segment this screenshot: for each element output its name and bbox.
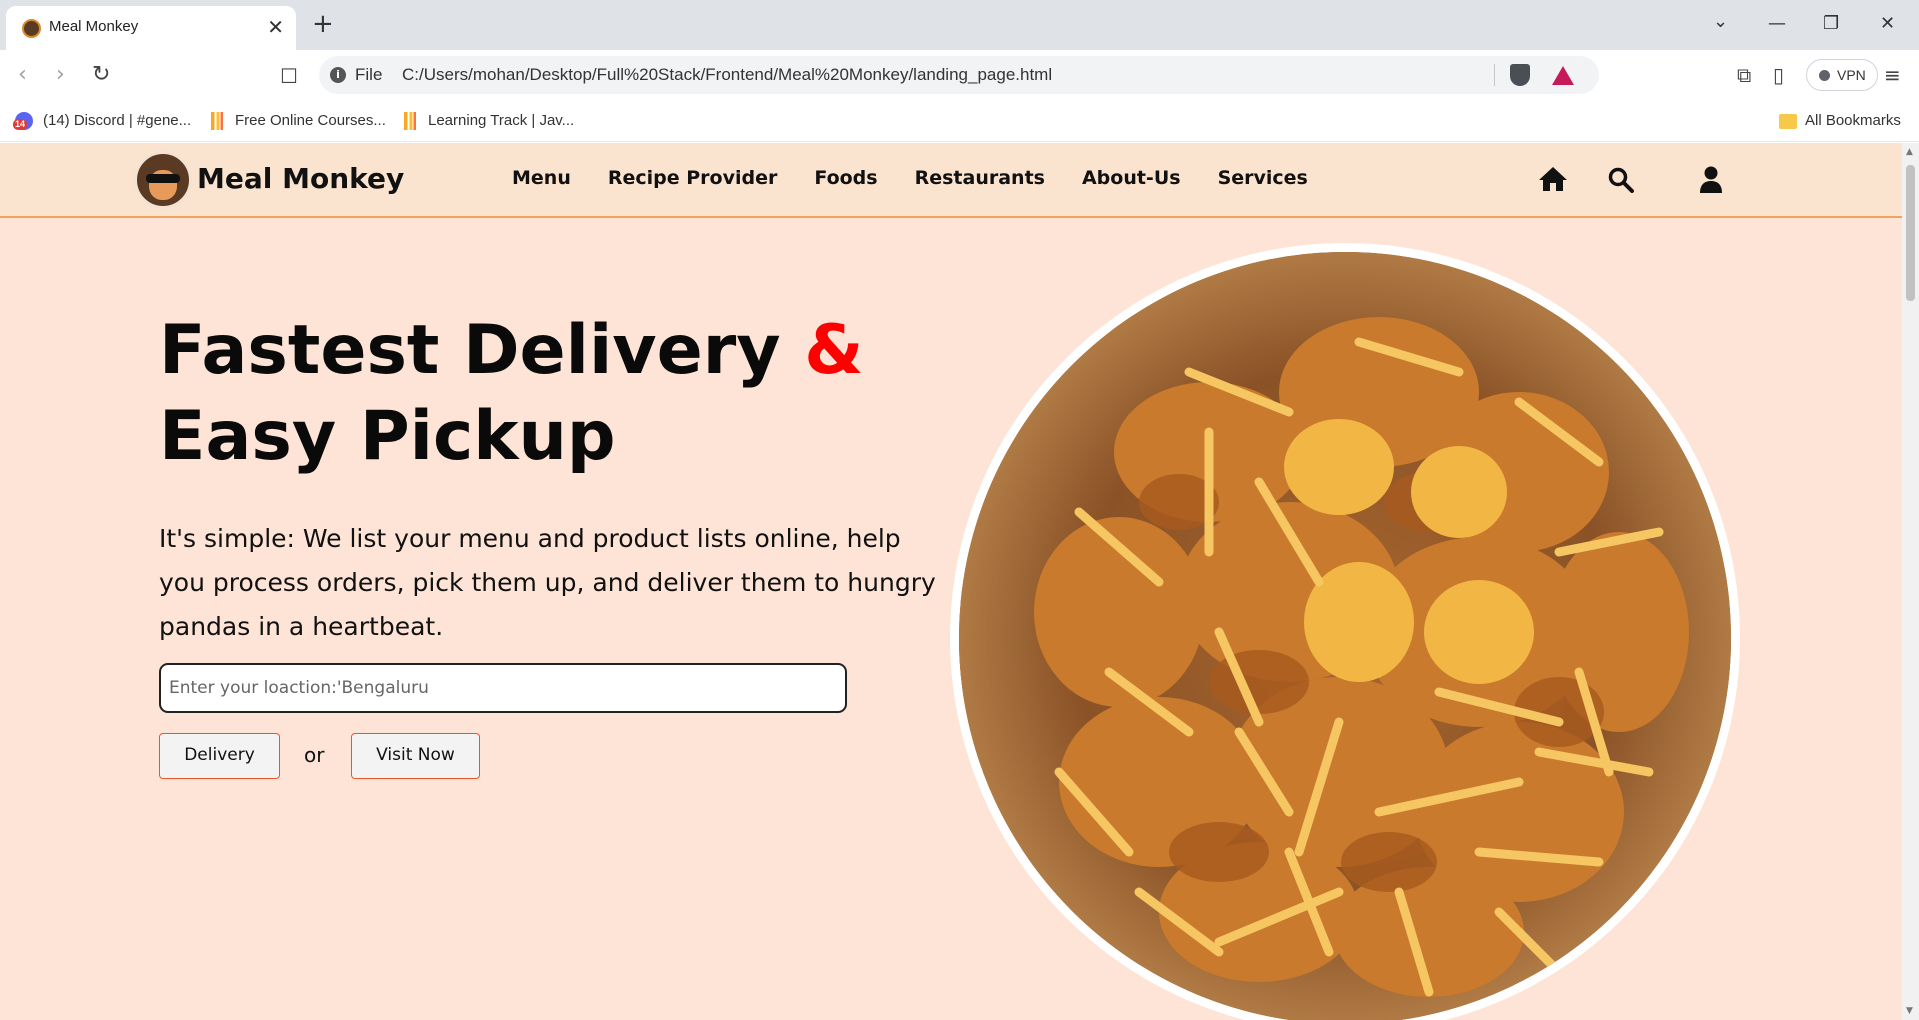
user-icon[interactable]: [1699, 166, 1723, 194]
nav-services[interactable]: Services: [1218, 167, 1308, 189]
bookmark-icon[interactable]: ☐: [280, 63, 298, 89]
scroll-thumb[interactable]: [1906, 165, 1915, 301]
visit-now-button[interactable]: Visit Now: [351, 733, 480, 779]
brave-shield-icon[interactable]: [1510, 64, 1530, 86]
food-plate-image: [950, 243, 1740, 1020]
vpn-status-icon: [1819, 70, 1830, 81]
logo-sunglasses: [146, 174, 180, 183]
delivery-button[interactable]: Delivery: [159, 733, 280, 779]
bookmark-free-courses[interactable]: Free Online Courses...: [211, 110, 391, 132]
tab-search-icon[interactable]: ⌄: [1713, 10, 1728, 34]
nav-about-us[interactable]: About-Us: [1082, 167, 1181, 189]
bookmark-learning-track[interactable]: Learning Track | Jav...: [404, 110, 584, 132]
headline-ampersand: &: [804, 311, 864, 390]
search-icon[interactable]: [1608, 167, 1634, 193]
tab-close-icon[interactable]: ✕: [267, 15, 284, 39]
menu-icon[interactable]: ≡: [1884, 62, 1901, 88]
hero-headline: Fastest Delivery & Easy Pickup: [159, 308, 864, 480]
forward-arrow-icon[interactable]: ›: [56, 62, 65, 88]
monkey-logo[interactable]: [134, 151, 192, 209]
address-bar[interactable]: i File C:/Users/mohan/Desktop/Full%20Sta…: [319, 56, 1599, 94]
page-scrollbar[interactable]: ▲ ▼: [1902, 143, 1919, 1020]
hero-description: It's simple: We list your menu and produ…: [159, 524, 936, 641]
tab-strip: Meal Monkey ✕ + ⌄ — ❐ ✕: [0, 0, 1919, 50]
main-nav: Menu Recipe Provider Foods Restaurants A…: [512, 167, 1345, 189]
minimize-button[interactable]: —: [1768, 12, 1786, 36]
reload-icon[interactable]: ↻: [92, 62, 110, 88]
browser-tab[interactable]: Meal Monkey ✕: [6, 6, 296, 50]
monkey-favicon-icon: [22, 19, 41, 38]
bookmarks-bar: 14 (14) Discord | #gene... Free Online C…: [0, 100, 1919, 142]
location-input[interactable]: Enter your loaction:'Bengaluru: [159, 663, 847, 713]
bars-icon: [211, 112, 223, 130]
site-navbar: Meal Monkey Menu Recipe Provider Foods R…: [0, 143, 1902, 218]
discord-icon: 14: [13, 112, 33, 130]
url-text[interactable]: C:/Users/mohan/Desktop/Full%20Stack/Fron…: [402, 65, 1052, 85]
all-bookmarks-label: All Bookmarks: [1805, 112, 1901, 129]
nav-recipe-provider[interactable]: Recipe Provider: [608, 167, 778, 189]
nav-foods[interactable]: Foods: [814, 167, 877, 189]
restore-button[interactable]: ❐: [1823, 12, 1839, 36]
bookmark-discord[interactable]: 14 (14) Discord | #gene...: [13, 110, 195, 132]
headline-part2: Easy Pickup: [159, 397, 616, 476]
fried-chicken-fries-image: [959, 252, 1731, 1020]
vpn-label: VPN: [1837, 67, 1866, 83]
info-icon[interactable]: i: [330, 67, 346, 83]
bookmark-label: Learning Track | Jav...: [428, 112, 575, 129]
vpn-button[interactable]: VPN: [1806, 59, 1878, 91]
omnibox-divider: [1494, 64, 1495, 86]
close-window-button[interactable]: ✕: [1880, 12, 1895, 36]
bars-icon: [404, 112, 416, 130]
extensions-icon[interactable]: ⧉: [1737, 62, 1751, 88]
page-viewport: Meal Monkey Menu Recipe Provider Foods R…: [0, 143, 1902, 1020]
all-bookmarks[interactable]: All Bookmarks: [1779, 110, 1909, 132]
tab-title: Meal Monkey: [49, 18, 139, 35]
nav-menu[interactable]: Menu: [512, 167, 571, 189]
home-icon[interactable]: [1538, 165, 1568, 193]
back-arrow-icon[interactable]: ‹: [18, 62, 27, 88]
or-text: or: [304, 743, 325, 767]
brand-name[interactable]: Meal Monkey: [197, 162, 404, 195]
bookmark-label: Free Online Courses...: [235, 112, 386, 129]
sidebar-icon[interactable]: ▯: [1773, 62, 1784, 88]
scroll-up-icon[interactable]: ▲: [1906, 147, 1913, 157]
url-scheme: File: [355, 65, 383, 84]
scroll-down-icon[interactable]: ▼: [1906, 1006, 1913, 1016]
new-tab-button[interactable]: +: [312, 9, 334, 39]
folder-icon: [1779, 114, 1797, 129]
bookmark-label: (14) Discord | #gene...: [43, 112, 192, 129]
nav-restaurants[interactable]: Restaurants: [915, 167, 1045, 189]
browser-toolbar: ‹ › ↻ ☐ i File C:/Users/mohan/Desktop/Fu…: [0, 50, 1919, 100]
brave-rewards-icon[interactable]: [1552, 66, 1574, 85]
headline-part1: Fastest Delivery: [159, 311, 781, 390]
discord-badge: 14: [13, 119, 28, 130]
